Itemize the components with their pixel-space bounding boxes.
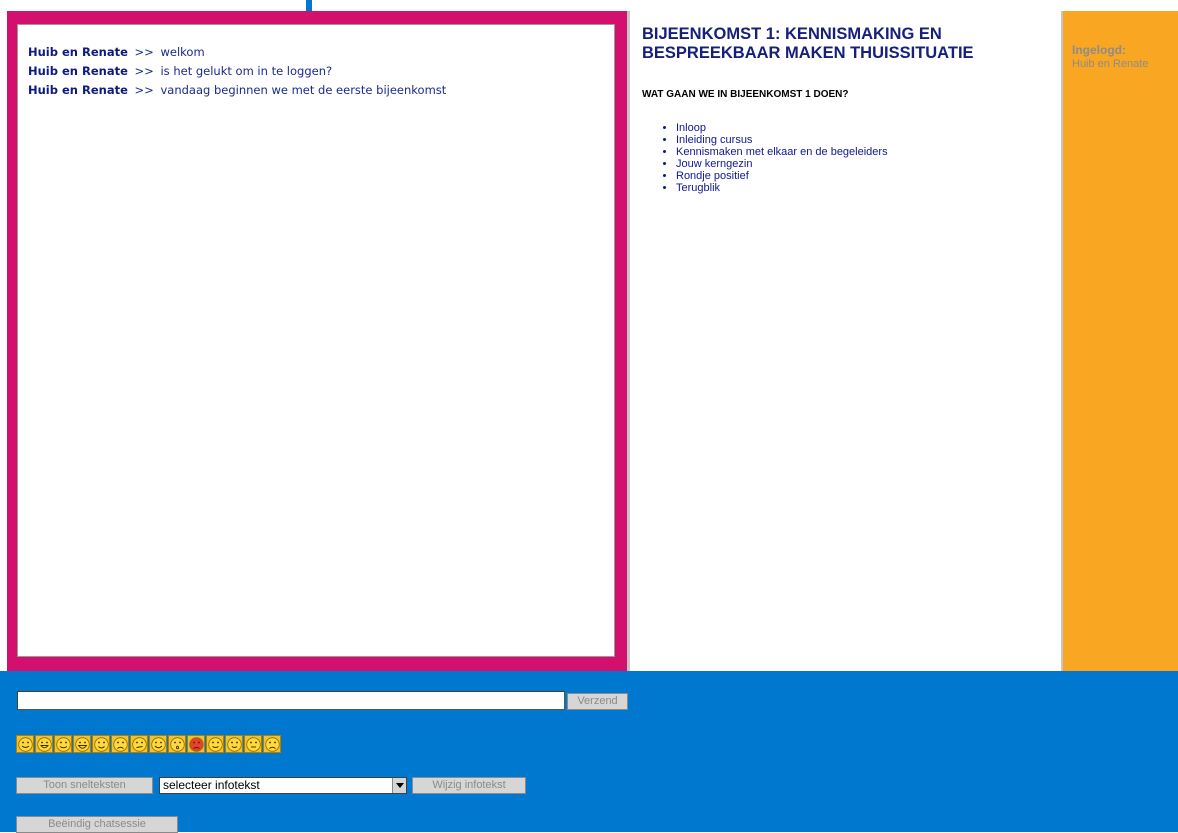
chat-message: Huib en Renate >> is het gelukt om in te… — [28, 62, 614, 81]
chevron-down-icon[interactable] — [392, 778, 406, 793]
chat-frame: Huib en Renate >> welkom Huib en Renate … — [7, 11, 627, 671]
laugh-icon[interactable] — [73, 735, 91, 753]
wink-icon[interactable] — [54, 735, 72, 753]
emoticon-bar — [16, 735, 282, 754]
chat-sender: Huib en Renate — [28, 64, 128, 78]
neutral-icon[interactable] — [244, 735, 262, 753]
edit-info-text-button[interactable]: Wijzig infotekst — [412, 777, 526, 794]
chat-message: Huib en Renate >> vandaag beginnen we me… — [28, 81, 614, 100]
session-title: BIJEENKOMST 1: KENNISMAKING EN BESPREEKB… — [642, 25, 974, 62]
info-text-select-value: selecteer infotekst — [163, 778, 260, 792]
smile-icon[interactable] — [16, 735, 34, 753]
info-text-select[interactable]: selecteer infotekst — [159, 777, 407, 794]
session-info-panel: BIJEENKOMST 1: KENNISMAKING EN BESPREEKB… — [627, 11, 1063, 671]
blush-icon[interactable] — [225, 735, 243, 753]
surprised-icon[interactable] — [168, 735, 186, 753]
login-label: Ingelogd: — [1072, 43, 1126, 57]
agenda-list: Inloop Inleiding cursus Kennismaken met … — [642, 122, 1061, 194]
chat-message: Huib en Renate >> welkom — [28, 43, 614, 62]
chat-controls-bar: Verzend Toon snelteksten selecteer infot… — [0, 671, 1178, 833]
tongue-icon[interactable] — [92, 735, 110, 753]
end-chat-session-button[interactable]: Beëindig chatsessie — [16, 816, 178, 833]
chat-text: vandaag beginnen we met de eerste bijeen… — [160, 83, 447, 97]
chat-log[interactable]: Huib en Renate >> welkom Huib en Renate … — [17, 24, 615, 657]
chat-sender: Huib en Renate — [28, 45, 128, 59]
list-item: Kennismaken met elkaar en de begeleiders — [676, 146, 1061, 158]
list-item: Inleiding cursus — [676, 134, 1061, 146]
show-quick-texts-button[interactable]: Toon snelteksten — [16, 777, 153, 794]
cry-icon[interactable] — [263, 735, 281, 753]
bottom-accent-bar — [0, 821, 14, 825]
grin-icon[interactable] — [35, 735, 53, 753]
chat-sender: Huib en Renate — [28, 83, 128, 97]
cool-icon[interactable] — [206, 735, 224, 753]
chat-separator: >> — [134, 83, 154, 97]
confused-icon[interactable] — [130, 735, 148, 753]
login-panel: Ingelogd: Huib en Renate — [1063, 11, 1178, 671]
chat-text: is het gelukt om in te loggen? — [160, 64, 333, 78]
session-subtitle: WAT GAAN WE IN BIJEENKOMST 1 DOEN? — [642, 89, 849, 100]
send-button[interactable]: Verzend — [567, 693, 628, 710]
top-accent-bar — [306, 0, 312, 11]
message-input[interactable] — [17, 691, 565, 710]
list-item: Inloop — [676, 122, 1061, 134]
chat-text: welkom — [160, 45, 205, 59]
list-item: Terugblik — [676, 182, 1061, 194]
login-user: Huib en Renate — [1072, 58, 1149, 70]
list-item: Jouw kerngezin — [676, 158, 1061, 170]
chat-separator: >> — [134, 45, 154, 59]
list-item: Rondje positief — [676, 170, 1061, 182]
sad-icon[interactable] — [111, 735, 129, 753]
happy-icon[interactable] — [149, 735, 167, 753]
angry-icon[interactable] — [187, 735, 205, 753]
chat-separator: >> — [134, 64, 154, 78]
